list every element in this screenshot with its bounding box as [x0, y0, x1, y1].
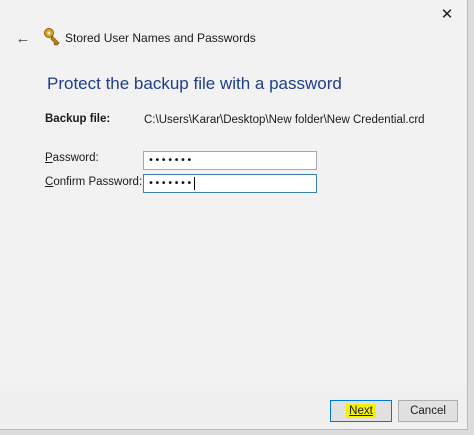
- text-caret: [193, 176, 195, 190]
- confirm-password-label: Confirm Password:: [45, 176, 142, 188]
- confirm-password-field[interactable]: •••••••: [143, 174, 317, 193]
- confirm-password-value: •••••••: [148, 178, 193, 189]
- password-field[interactable]: •••••••: [143, 151, 317, 170]
- cancel-button[interactable]: Cancel: [398, 400, 458, 422]
- dialog-window: ✕ ← Stored User Names and Passwords Prot…: [0, 0, 468, 430]
- page-heading: Protect the backup file with a password: [47, 74, 342, 93]
- password-label: Password:: [45, 152, 99, 164]
- next-button-label: Next: [346, 404, 376, 418]
- dialog-footer: [0, 385, 467, 429]
- cancel-button-label: Cancel: [410, 405, 446, 417]
- back-arrow-icon: ←: [15, 29, 31, 47]
- next-button[interactable]: Next: [330, 400, 392, 422]
- confirm-label-rest: onfirm Password:: [53, 176, 143, 188]
- back-button[interactable]: ←: [12, 28, 34, 48]
- window-title: Stored User Names and Passwords: [65, 31, 256, 45]
- close-icon: ✕: [440, 6, 454, 23]
- close-button[interactable]: ✕: [433, 2, 461, 26]
- password-label-rest: assword:: [52, 152, 99, 164]
- key-icon: [44, 28, 60, 46]
- backup-file-path: C:\Users\Karar\Desktop\New folder\New Cr…: [144, 114, 425, 126]
- backup-file-label: Backup file:: [45, 113, 111, 125]
- password-label-mnemonic: P: [45, 152, 53, 164]
- password-value: •••••••: [148, 155, 193, 166]
